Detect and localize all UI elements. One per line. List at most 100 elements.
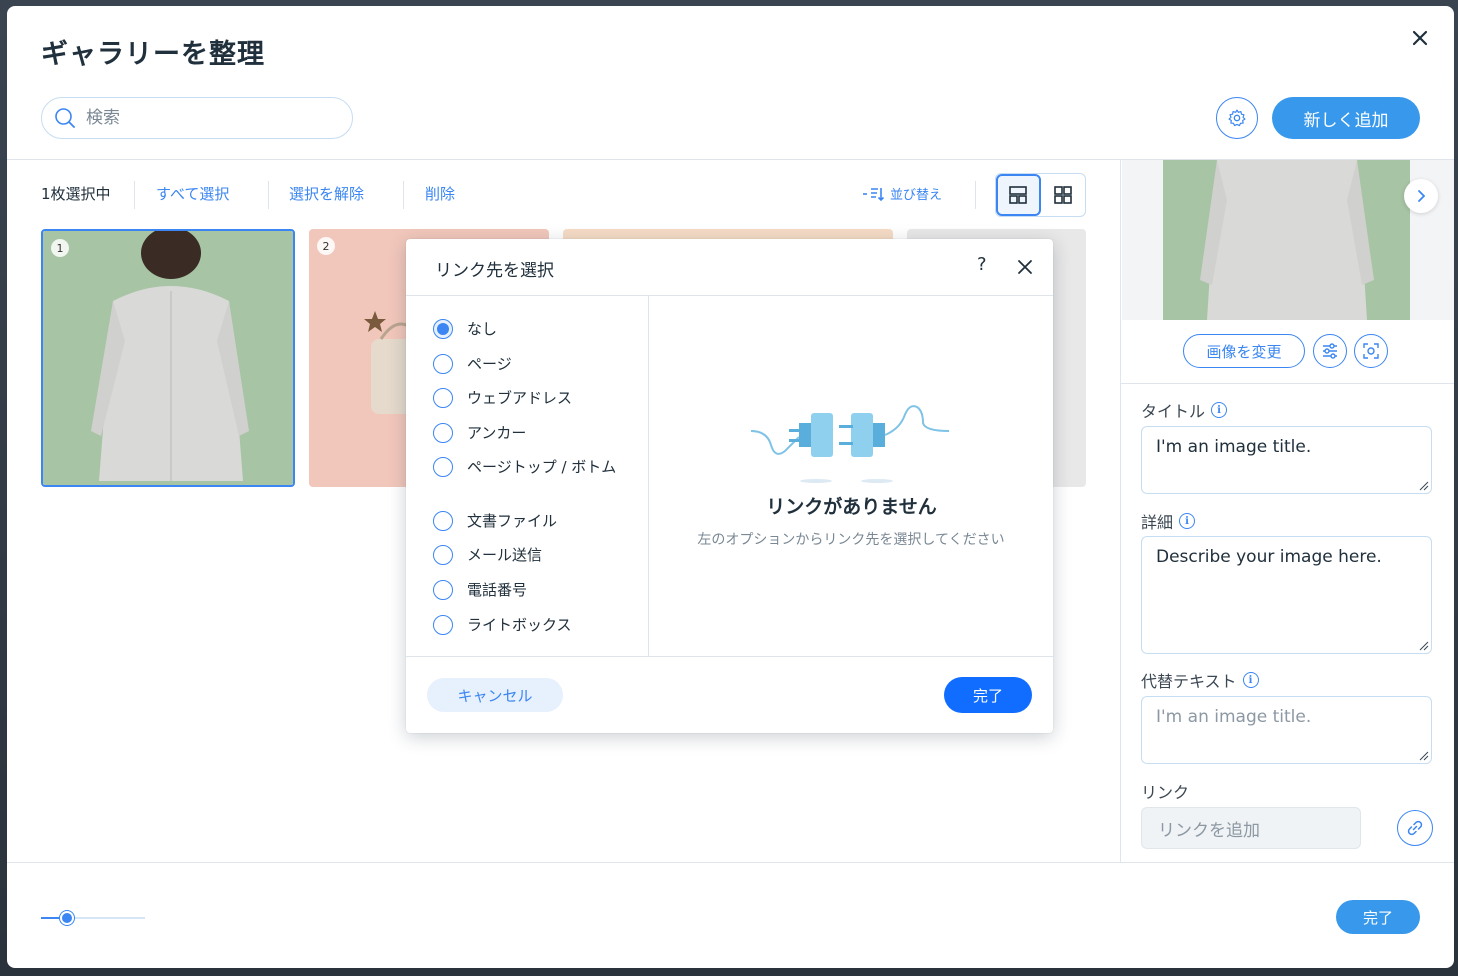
toolbar-separator: [975, 181, 976, 209]
title-label: タイトル: [1141, 402, 1206, 421]
radio-button[interactable]: [433, 457, 453, 477]
link-option-web-address[interactable]: ウェブアドレス: [433, 387, 572, 408]
link-field[interactable]: リンクを追加: [1141, 807, 1361, 849]
info-icon[interactable]: i: [1211, 402, 1228, 418]
radio-button[interactable]: [433, 387, 453, 408]
link-option-anchor[interactable]: アンカー: [433, 422, 526, 443]
option-label: 文書ファイル: [467, 512, 558, 530]
delete-link[interactable]: 削除: [425, 184, 455, 204]
radio-button[interactable]: [433, 614, 453, 635]
item-number: 1: [51, 239, 69, 257]
image-preview: [1122, 160, 1454, 320]
deselect-link[interactable]: 選択を解除: [289, 184, 364, 204]
option-label: 電話番号: [467, 581, 528, 599]
info-icon[interactable]: i: [1242, 672, 1259, 688]
link-icon: [1407, 820, 1423, 836]
layout-list-button[interactable]: [996, 174, 1041, 216]
radio-button[interactable]: [433, 544, 453, 565]
done-button[interactable]: 完了: [1336, 900, 1420, 934]
option-label: ライトボックス: [467, 616, 572, 634]
description-label-row: 詳細 i: [1141, 509, 1196, 533]
gallery-item[interactable]: 1: [41, 229, 295, 487]
alt-text-placeholder: I'm an image title.: [1156, 707, 1312, 727]
selected-count: 1枚選択中: [41, 185, 111, 203]
alt-text-field[interactable]: I'm an image title.: [1141, 696, 1432, 764]
description-label: 詳細: [1141, 513, 1174, 532]
add-new-button[interactable]: 新しく追加: [1272, 97, 1420, 139]
alt-text-label: 代替テキスト: [1141, 672, 1237, 691]
radio-button[interactable]: [433, 422, 453, 443]
option-label: メール送信: [467, 546, 543, 564]
adjust-button[interactable]: [1313, 334, 1347, 368]
gear-icon: [1228, 109, 1246, 127]
item-number: 2: [317, 237, 335, 255]
sort-label: 並び替え: [890, 188, 943, 203]
link-option-lightbox[interactable]: ライトボックス: [433, 614, 572, 635]
radio-button[interactable]: [433, 579, 453, 600]
view-toggle: [995, 173, 1086, 217]
next-image-button[interactable]: [1404, 179, 1438, 213]
help-icon[interactable]: ?: [977, 254, 987, 275]
settings-button[interactable]: [1216, 97, 1258, 139]
link-dialog: リンク先を選択 ? なし ページ ウェブアドレス アンカー ページトップ / ボ…: [406, 239, 1053, 733]
link-option-page[interactable]: ページ: [433, 353, 512, 374]
layout-grid-button[interactable]: [1041, 174, 1085, 216]
preview-image: [1163, 160, 1410, 320]
alt-text-label-row: 代替テキスト i: [1141, 668, 1259, 692]
add-link-button[interactable]: [1397, 810, 1433, 846]
link-option-none[interactable]: なし: [433, 318, 497, 339]
title-label-row: タイトル i: [1141, 398, 1228, 422]
panel-divider: [1120, 159, 1121, 862]
link-label: リンク: [1141, 783, 1190, 802]
panel-section-divider: [1121, 383, 1454, 384]
unplugged-icon: [750, 405, 950, 483]
resize-handle-icon[interactable]: [1419, 641, 1429, 651]
adjust-icon: [1323, 343, 1337, 359]
sort-button[interactable]: 並び替え: [862, 184, 942, 203]
radio-button[interactable]: [433, 318, 453, 339]
link-option-phone[interactable]: 電話番号: [433, 579, 527, 600]
cancel-button[interactable]: キャンセル: [427, 678, 563, 712]
close-icon[interactable]: [1408, 26, 1432, 50]
link-option-email[interactable]: メール送信: [433, 544, 542, 565]
layout-grid-icon: [1053, 186, 1072, 204]
close-icon[interactable]: [1015, 257, 1035, 277]
title-value: I'm an image title.: [1156, 437, 1312, 457]
description-value: Describe your image here.: [1156, 547, 1382, 567]
link-option-document[interactable]: 文書ファイル: [433, 510, 557, 531]
radio-button[interactable]: [433, 510, 453, 531]
radio-button[interactable]: [433, 353, 453, 374]
layout-list-icon: [1009, 186, 1028, 204]
select-all-link[interactable]: すべて選択: [156, 184, 229, 204]
search-input[interactable]: [86, 108, 326, 128]
option-label: ページトップ / ボトム: [467, 457, 617, 476]
focal-point-button[interactable]: [1354, 334, 1388, 368]
dialog-title: リンク先を選択: [435, 261, 554, 281]
empty-state-subtitle: 左のオプションからリンク先を選択してください: [697, 532, 1005, 548]
resize-handle-icon[interactable]: [1419, 751, 1429, 761]
dialog-header-divider: [406, 295, 1053, 296]
title-field[interactable]: I'm an image title.: [1141, 426, 1432, 494]
toolbar-separator: [134, 181, 135, 209]
link-option-top-bottom[interactable]: ページトップ / ボトム: [433, 457, 633, 477]
search-box[interactable]: [41, 97, 353, 139]
focal-point-icon: [1363, 343, 1379, 359]
footer-divider: [7, 862, 1454, 863]
coat-image: [43, 231, 293, 485]
empty-state-title: リンクがありません: [766, 496, 937, 518]
change-image-button[interactable]: 画像を変更: [1183, 334, 1305, 368]
resize-handle-icon[interactable]: [1419, 481, 1429, 491]
toolbar-separator: [403, 181, 404, 209]
option-label: アンカー: [467, 424, 527, 442]
info-icon[interactable]: i: [1179, 513, 1196, 529]
dialog-done-button[interactable]: 完了: [944, 677, 1032, 713]
modal-title: ギャラリーを整理: [41, 39, 265, 70]
sort-icon: [863, 187, 884, 201]
dialog-footer-divider: [406, 656, 1053, 657]
toolbar-separator: [268, 181, 269, 209]
dialog-column-divider: [648, 296, 649, 656]
zoom-handle[interactable]: [60, 911, 74, 925]
description-field[interactable]: Describe your image here.: [1141, 536, 1432, 654]
option-label: なし: [467, 320, 498, 338]
zoom-slider[interactable]: [41, 910, 145, 926]
